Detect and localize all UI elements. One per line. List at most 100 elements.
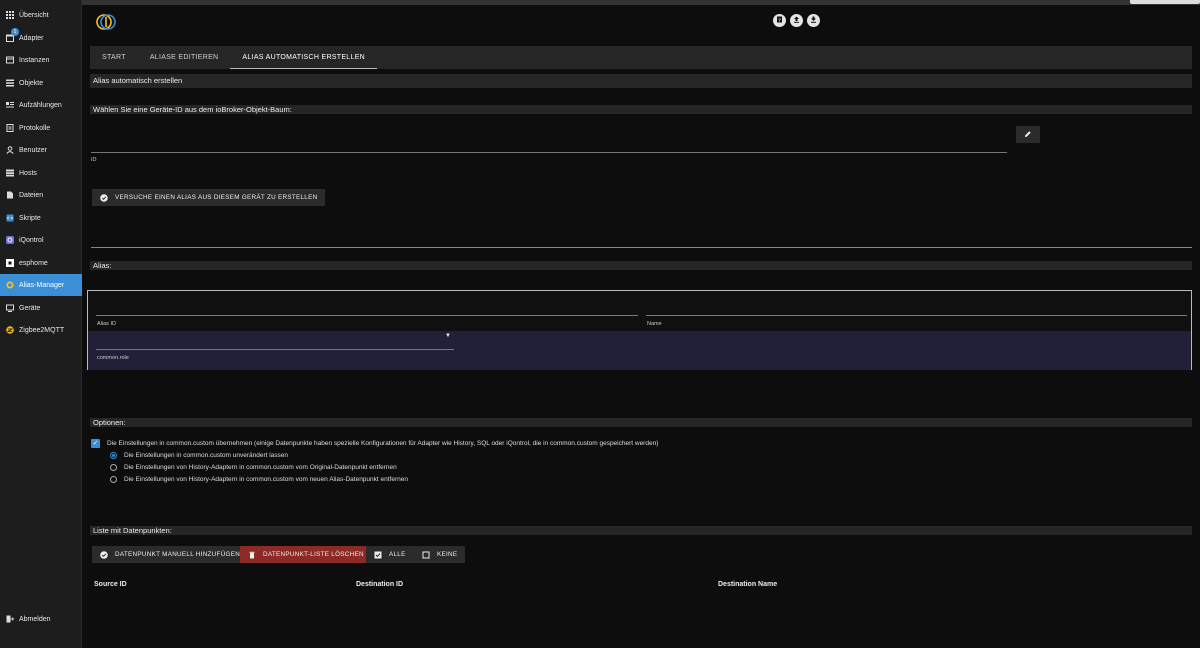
sidebar-item-label: Hosts [19,169,37,177]
sidebar-item-skripte[interactable]: Skripte [0,207,82,229]
sidebar-item-label: Benutzer [19,146,48,154]
check-circle-icon [100,550,108,559]
clear-list-label: DATENPUNKT-LISTE LÖSCHEN [263,551,364,558]
logout-icon [6,615,14,623]
top-bar-indicator [1130,0,1200,4]
sidebar-item-adapter[interactable]: 1 Adapter [0,27,82,49]
tab-alias-automatisch-erstellen[interactable]: ALIAS AUTOMATISCH ERSTELLEN [230,46,378,69]
sidebar-item-label: Übersicht [19,11,49,19]
trash-icon [248,551,256,559]
script-icon [6,214,14,222]
pencil-icon [1024,130,1032,140]
name-input[interactable] [646,315,1187,316]
device-id-input[interactable] [91,152,1007,153]
enum-icon [6,101,14,109]
sidebar-item-dateien[interactable]: Dateien [0,184,82,206]
upload-button[interactable] [790,14,803,27]
sidebar-item-esphome[interactable]: esphome [0,252,82,274]
upload-icon [793,16,800,25]
sidebar-item-label: Geräte [19,304,41,312]
sidebar-item-label: Dateien [19,191,44,199]
copy-custom-label: Die Einstellungen in common.custom übern… [107,440,659,447]
list-icon [6,79,14,87]
devices-icon [6,304,14,312]
role-label: common.role [97,355,129,361]
help-button[interactable]: ? [773,14,786,27]
column-header-source-id: Source ID [94,581,127,588]
divider [91,247,1192,248]
alias-id-label: Alias ID [97,321,116,327]
select-id-button[interactable] [1016,126,1040,143]
select-all-label: ALLE [389,551,406,558]
try-create-alias-label: VERSUCHE EINEN ALIAS AUS DIESEM GERÄT ZU… [115,194,318,201]
sidebar-item-uebersicht[interactable]: Übersicht [0,4,82,26]
instances-icon [6,56,14,64]
copy-custom-checkbox[interactable]: ✓ [91,439,100,448]
zigbee-icon [6,326,14,334]
select-device-heading: Wählen Sie eine Geräte-ID aus dem ioBrok… [90,105,1192,114]
iqontrol-icon [6,236,14,244]
add-datapoint-label: DATENPUNKT MANUELL HINZUFÜGEN [115,551,241,558]
try-create-alias-button[interactable]: VERSUCHE EINEN ALIAS AUS DIESEM GERÄT ZU… [92,189,326,206]
alias-manager-logo [96,14,116,30]
log-icon [6,124,14,132]
tab-aliase-editieren[interactable]: ALIASE EDITIEREN [138,46,231,69]
file-icon [6,191,14,199]
help-icon: ? [776,16,783,25]
sidebar-item-label: Zigbee2MQTT [19,326,65,334]
alias-manager-icon [6,281,14,289]
remove-history-original-label: Die Einstellungen von History-Adaptern i… [124,464,397,471]
update-count-badge: 1 [11,28,19,36]
alias-form: Alias ID Name ▼ common.role [87,290,1192,370]
sidebar-item-iqontrol[interactable]: iQontrol [0,229,82,251]
select-none-button[interactable]: KEINE [414,546,466,563]
remove-history-original-radio[interactable] [110,464,117,471]
custom-unchanged-label: Die Einstellungen in common.custom unver… [124,452,289,459]
sidebar-item-hosts[interactable]: Hosts [0,162,82,184]
sidebar-item-label: iQontrol [19,236,44,244]
user-icon [6,146,14,154]
sidebar-item-geraete[interactable]: Geräte [0,297,82,319]
device-id-label: ID [91,157,97,163]
sidebar-item-objekte[interactable]: Objekte [0,72,82,94]
checkbox-checked-icon [374,551,382,559]
remove-history-alias-radio[interactable] [110,476,117,483]
sidebar-item-instanzen[interactable]: Instanzen [0,49,82,71]
sidebar: Übersicht 1 Adapter Instanzen Objekte Au… [0,0,82,648]
sidebar-item-label: Alias-Manager [19,281,65,289]
download-button[interactable] [807,14,820,27]
logout-button[interactable]: Abmelden [0,608,82,630]
column-header-destination-name: Destination Name [718,581,778,588]
column-header-destination-id: Destination ID [356,581,404,588]
sidebar-item-aufzaehlungen[interactable]: Aufzählungen [0,94,82,116]
alias-id-input[interactable] [96,315,638,316]
page-title: Alias automatisch erstellen [90,74,1192,88]
checkbox-empty-icon [422,551,430,559]
main-content: ? START ALIASE EDITIEREN ALIAS AUTOMATIS… [82,5,1200,648]
esphome-icon [6,259,14,267]
sidebar-item-protokolle[interactable]: Protokolle [0,117,82,139]
custom-unchanged-radio[interactable] [110,452,117,459]
hosts-icon [6,169,14,177]
check-icon: ✓ [92,440,99,447]
svg-text:?: ? [778,17,781,22]
clear-list-button[interactable]: DATENPUNKT-LISTE LÖSCHEN [240,546,372,563]
sidebar-item-alias-manager[interactable]: Alias-Manager [0,274,82,296]
select-all-button[interactable]: ALLE [366,546,414,563]
tab-bar: START ALIASE EDITIEREN ALIAS AUTOMATISCH… [90,46,1192,69]
sidebar-item-label: Instanzen [19,56,50,64]
tab-start[interactable]: START [90,46,138,69]
role-select[interactable] [96,349,454,350]
select-none-label: KEINE [437,551,458,558]
logout-label: Abmelden [19,615,51,623]
download-icon [810,16,817,25]
alias-heading: Alias: [90,261,1192,270]
options-heading: Optionen: [90,418,1192,427]
role-area: ▼ common.role [88,331,1191,370]
sidebar-item-benutzer[interactable]: Benutzer [0,139,82,161]
add-datapoint-button[interactable]: DATENPUNKT MANUELL HINZUFÜGEN [92,546,249,563]
chevron-down-icon[interactable]: ▼ [445,333,451,339]
sidebar-item-zigbee2mqtt[interactable]: Zigbee2MQTT [0,319,82,341]
sidebar-item-label: Objekte [19,79,44,87]
sidebar-item-label: Aufzählungen [19,101,62,109]
